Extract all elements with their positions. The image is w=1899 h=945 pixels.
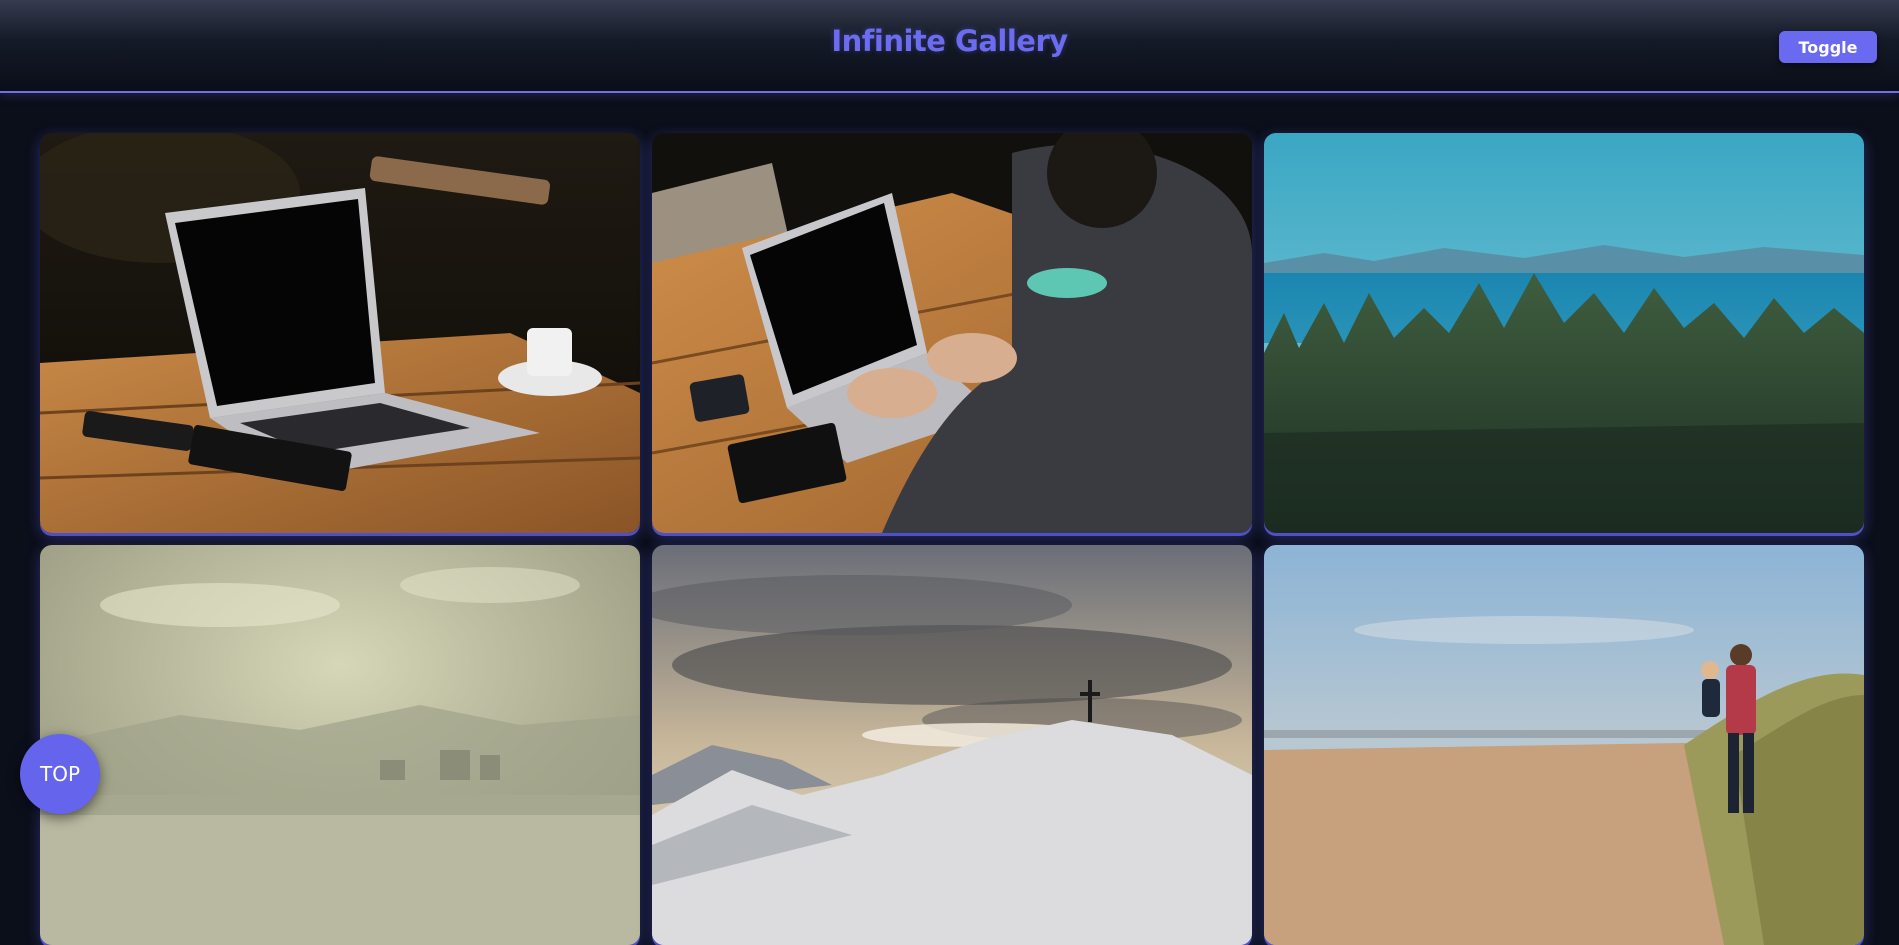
- gallery-image[interactable]: [40, 545, 640, 945]
- gallery-image[interactable]: [652, 545, 1252, 945]
- gallery-image[interactable]: [40, 133, 640, 533]
- gallery-image[interactable]: [652, 133, 1252, 533]
- gallery-image[interactable]: [1264, 545, 1864, 945]
- page-title: Infinite Gallery: [831, 24, 1068, 58]
- toggle-button[interactable]: Toggle: [1779, 31, 1877, 63]
- scroll-top-button[interactable]: TOP: [20, 734, 100, 814]
- beach-father-child-image: [1264, 545, 1864, 945]
- cross-mountain-image: [652, 545, 1252, 945]
- gallery-image[interactable]: [1264, 133, 1864, 533]
- laptop-table-image: [40, 133, 640, 533]
- man-typing-image: [652, 133, 1252, 533]
- hazy-beach-image: [40, 545, 640, 945]
- app-header: Infinite Gallery Toggle: [0, 0, 1899, 93]
- image-gallery: [40, 133, 1866, 945]
- forest-sea-image: [1264, 133, 1864, 533]
